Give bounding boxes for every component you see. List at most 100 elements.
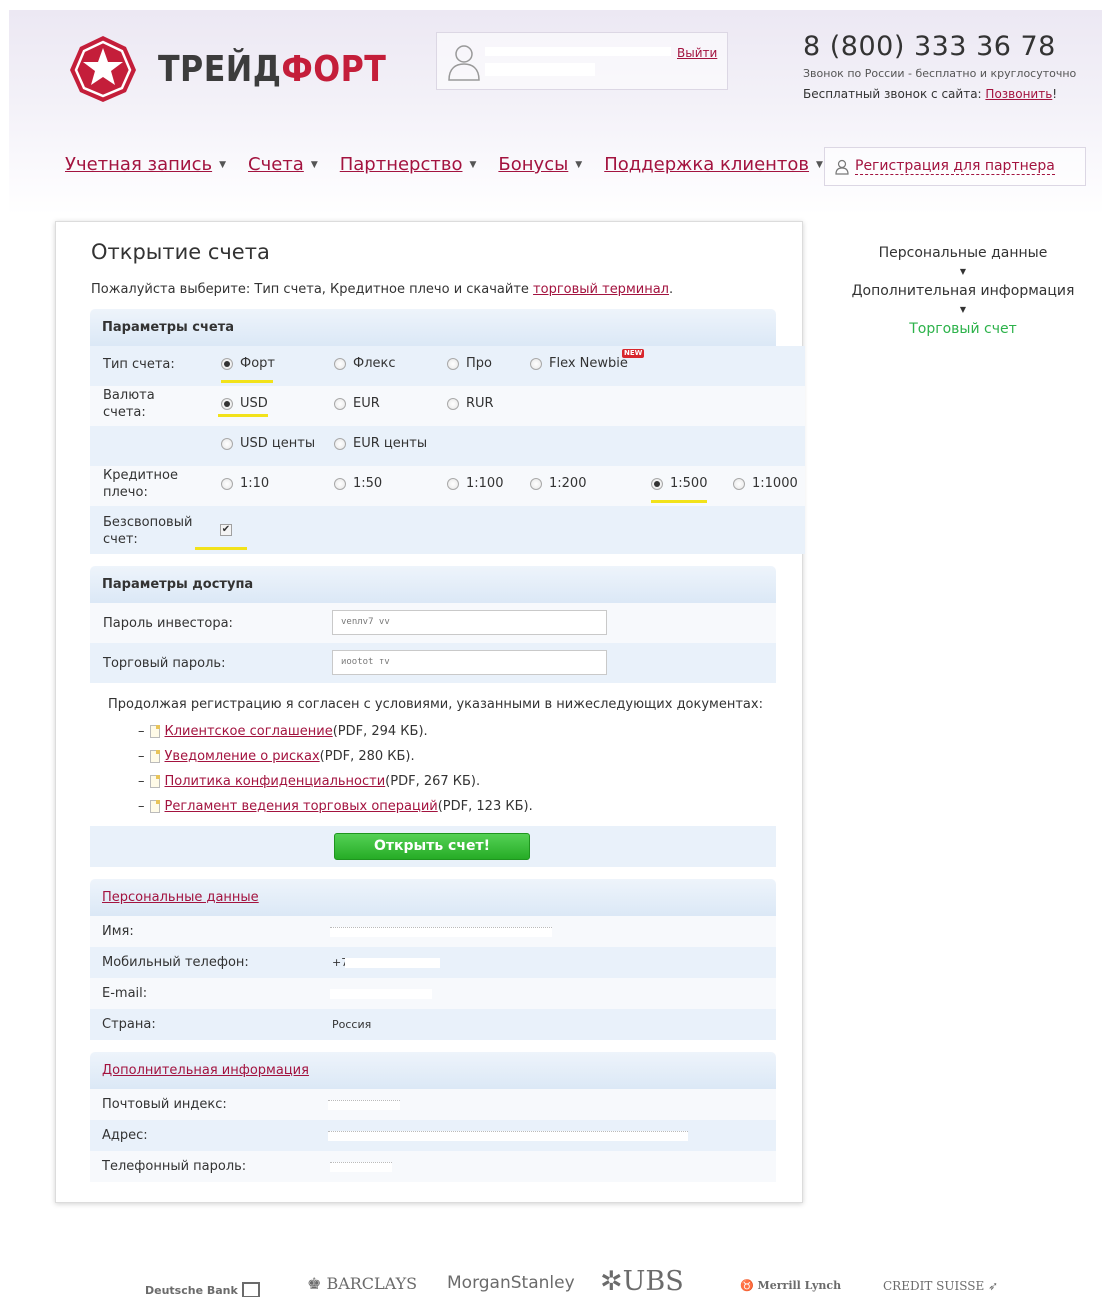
leverage-1-100-label: 1:100	[466, 476, 504, 491]
leverage-1-200-radio[interactable]: 1:200	[530, 476, 586, 491]
currency-cents-row: USD центы EUR центы	[90, 426, 805, 466]
currency-usd-label: USD	[240, 396, 268, 411]
nav-support-label[interactable]: Поддержка клиентов	[604, 154, 809, 175]
user-panel: Выйти	[436, 32, 728, 90]
nav-accounts[interactable]: Счета ▼	[248, 154, 318, 175]
nav-accounts-label[interactable]: Счета	[248, 154, 304, 175]
info-key: Имя:	[102, 924, 134, 939]
currency-usd-radio[interactable]: USD	[221, 396, 268, 411]
additional-address-row: Адрес:	[90, 1120, 776, 1151]
document-meta: (PDF, 267 КБ).	[385, 774, 481, 789]
nav-partnership-label[interactable]: Партнерство	[340, 154, 463, 175]
user-name-hidden	[485, 47, 671, 56]
currency-eur-cents-label: EUR центы	[353, 436, 428, 451]
type-pro-label: Про	[466, 356, 492, 371]
currency-eur-cents-radio[interactable]: EUR центы	[334, 436, 427, 451]
document-meta: (PDF, 123 КБ).	[437, 799, 533, 814]
nav-account[interactable]: Учетная запись ▼	[65, 154, 226, 175]
nav-partnership[interactable]: Партнерство ▼	[340, 154, 477, 175]
logout-link[interactable]: Выйти	[677, 46, 717, 60]
open-account-button[interactable]: Открыть счет!	[334, 833, 530, 860]
info-key: E-mail:	[102, 986, 148, 1001]
hidden-value	[330, 989, 432, 999]
trading-password-input[interactable]: ᴎᴏᴏtᴏt тv	[332, 650, 607, 675]
type-flex-radio[interactable]: Флекс	[334, 356, 396, 371]
additional-zip-row: Почтовый индекс:	[90, 1089, 776, 1120]
dash: –	[138, 799, 145, 814]
leverage-1-100-radio[interactable]: 1:100	[447, 476, 503, 491]
step-arrow-icon: ▼	[959, 267, 967, 276]
trading-rules-link[interactable]: Регламент ведения торговых операций	[165, 799, 438, 814]
leverage-1-10-label: 1:10	[240, 476, 270, 491]
radio-dot	[221, 357, 233, 370]
page-title: Открытие счета	[91, 240, 270, 264]
nav-account-label[interactable]: Учетная запись	[65, 154, 212, 175]
caret-down-icon: ▼	[816, 159, 823, 170]
document-item: – Уведомление о рисках (PDF, 280 КБ).	[138, 749, 415, 764]
personal-heading: Персональные данные	[90, 879, 776, 916]
partner-register-button[interactable]: Регистрация для партнера	[824, 147, 1086, 186]
document-item: – Клиентское соглашение (PDF, 294 КБ).	[138, 724, 428, 739]
type-flex-newbie-radio[interactable]: Flex Newbie	[530, 356, 628, 371]
currency-usd-cents-radio[interactable]: USD центы	[221, 436, 315, 451]
leverage-1-50-radio[interactable]: 1:50	[334, 476, 382, 491]
intro-text: Пожалуйста выберите: Тип счета, Кредитно…	[91, 282, 534, 297]
radio-dot	[221, 477, 233, 490]
currency-rur-label: RUR	[466, 396, 494, 411]
additional-phone-password-row: Телефонный пароль:	[90, 1151, 776, 1182]
swapfree-checkbox[interactable]: ✔	[220, 524, 232, 536]
brand-star-icon	[70, 36, 136, 102]
info-key: Адрес:	[102, 1128, 148, 1143]
partner-ubs: ✲UBS	[600, 1266, 684, 1297]
file-icon	[149, 750, 160, 763]
check-icon: ✔	[221, 524, 231, 535]
type-pro-radio[interactable]: Про	[447, 356, 492, 371]
step-additional: Дополнительная информация	[851, 283, 1075, 299]
nav-bonuses-label[interactable]: Бонусы	[498, 154, 568, 175]
investor-password-label: Пароль инвестора:	[103, 616, 233, 631]
privacy-policy-link[interactable]: Политика конфиденциальности	[165, 774, 386, 789]
leverage-1-1000-radio[interactable]: 1:1000	[733, 476, 798, 491]
leverage-1-200-label: 1:200	[549, 476, 587, 491]
info-key: Телефонный пароль:	[102, 1159, 247, 1174]
file-icon	[149, 800, 160, 813]
type-fort-radio[interactable]: Форт	[221, 356, 275, 371]
nav-support[interactable]: Поддержка клиентов ▼	[604, 154, 823, 175]
partner-deutsche-bank-name: Deutsche Bank	[145, 1284, 238, 1297]
account-type-row: Тип счета: Форт Флекс Про Flex Newbie NE…	[90, 346, 805, 386]
hidden-value	[328, 1100, 400, 1110]
user-avatar-icon	[448, 45, 480, 81]
bull-icon: ♉	[740, 1279, 754, 1292]
trading-password-label: Торговый пароль:	[103, 656, 226, 671]
leverage-label: Кредитное плечо:	[103, 468, 178, 500]
callback-suffix: !	[1052, 87, 1058, 101]
leverage-1-10-radio[interactable]: 1:10	[221, 476, 269, 491]
nav-bonuses[interactable]: Бонусы ▼	[498, 154, 582, 175]
leverage-1-50-label: 1:50	[353, 476, 383, 491]
leverage-1-500-radio[interactable]: 1:500	[651, 476, 707, 491]
type-fort-label: Форт	[240, 356, 275, 371]
hotline-note: Звонок по России - бесплатно и круглосут…	[803, 67, 1077, 80]
client-agreement-link[interactable]: Клиентское соглашение	[165, 724, 333, 739]
investor-password-input[interactable]: vеnлv7 vv	[332, 610, 607, 635]
risk-notice-link[interactable]: Уведомление о рисках	[165, 749, 320, 764]
callback-link[interactable]: Позвонить	[985, 87, 1052, 101]
terminal-link[interactable]: торговый терминал	[533, 282, 669, 297]
swapfree-label: Безсвоповый счет:	[103, 515, 193, 547]
currency-rur-radio[interactable]: RUR	[447, 396, 494, 411]
submit-zone: Открыть счет!	[90, 826, 776, 867]
currency-eur-radio[interactable]: EUR	[334, 396, 380, 411]
document-item: – Регламент ведения торговых операций (PD…	[138, 799, 533, 814]
personal-edit-link[interactable]: Персональные данные	[102, 890, 259, 905]
document-meta: (PDF, 294 КБ).	[332, 724, 428, 739]
brand-name-part1: ТРЕЙД	[158, 48, 282, 90]
partner-credit-suisse: CREDIT SUISSE ➶	[883, 1279, 998, 1293]
highlight-marker	[651, 500, 707, 503]
caret-down-icon: ▼	[469, 159, 477, 170]
additional-edit-link[interactable]: Дополнительная информация	[102, 1063, 309, 1078]
brand-logo[interactable]: ТРЕЙДФОРТ	[68, 34, 417, 104]
callback-note: Бесплатный звонок с сайта: Позвонить!	[803, 87, 1057, 101]
highlight-marker	[218, 414, 268, 417]
personal-country-row: Страна: Россия	[90, 1009, 776, 1040]
step-trading-account: Торговый счет	[909, 321, 1017, 337]
